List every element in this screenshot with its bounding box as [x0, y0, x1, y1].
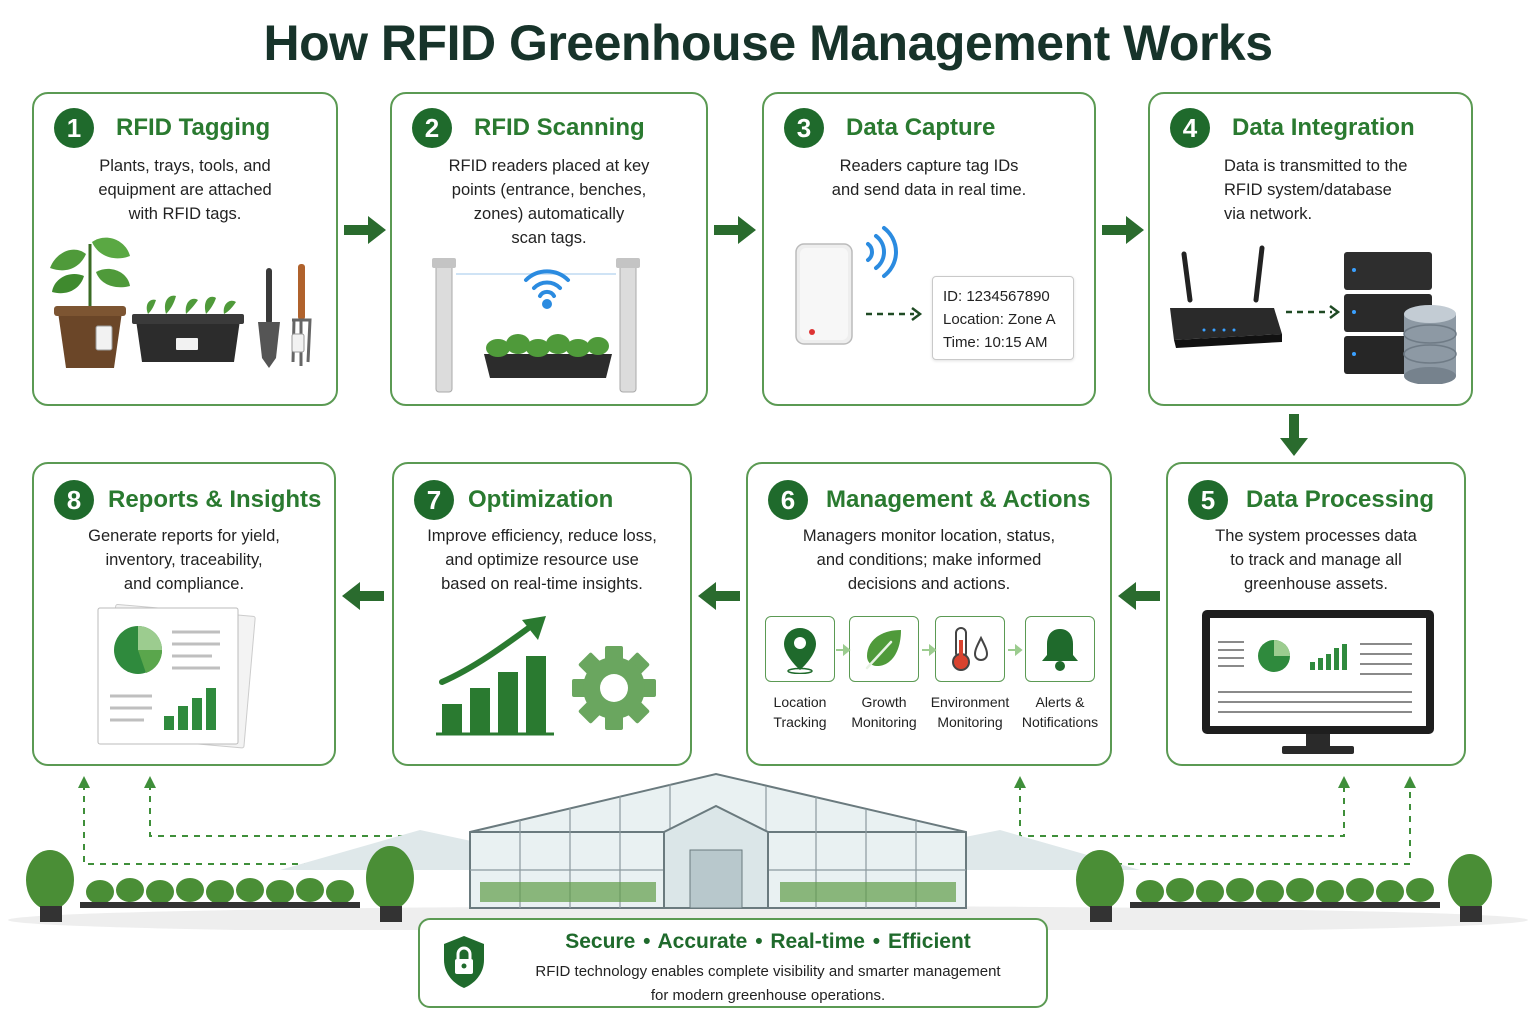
- step-title: RFID Tagging: [116, 114, 271, 141]
- arrow-right-1-2: [344, 216, 386, 244]
- right-plants: [1076, 850, 1492, 910]
- step-description: Plants, trays, tools, and equipment are …: [98, 157, 272, 223]
- arrow-down-4-5: [1280, 414, 1308, 456]
- arrow-left-7-8: [342, 582, 384, 610]
- wifi-signal-icon: [524, 269, 570, 309]
- gear-icon: [572, 646, 656, 730]
- step-title: Data Processing: [1246, 486, 1435, 513]
- location-pin-icon: [784, 628, 816, 674]
- step-card-data-capture: 3 Data Capture Readers capture tag IDs a…: [762, 92, 1096, 406]
- feature-label: Growth Monitoring: [851, 694, 917, 730]
- step-number-badge: 7: [414, 480, 454, 520]
- step-card-data-integration: 4 Data Integration Data is transmitted t…: [1148, 92, 1473, 406]
- growth-chart-icon: [436, 616, 554, 736]
- feature-label: Location Tracking: [773, 694, 827, 730]
- feature-location-tracking: Location Tracking: [758, 616, 842, 732]
- step-title: Reports & Insights: [108, 486, 322, 513]
- step-card-reports-insights: 8 Reports & Insights Generate reports fo…: [32, 462, 336, 766]
- feature-alerts-notifications: Alerts & Notifications: [1014, 616, 1106, 732]
- arrow-left-6-7: [698, 582, 740, 610]
- dashboard-monitor-icon: [1202, 610, 1434, 754]
- signal-waves-icon: [866, 226, 898, 278]
- potted-plant-icon: [50, 237, 130, 368]
- rfid-scanning-illustration: [432, 258, 640, 393]
- step-title: Data Capture: [846, 114, 996, 141]
- tag-id-text: ID: 1234567890: [943, 288, 1050, 305]
- summary-banner: Secure • Accurate • Real-time • Efficien…: [418, 918, 1048, 1008]
- step-description: Generate reports for yield, inventory, t…: [88, 527, 280, 593]
- data-integration-illustration: [1170, 245, 1457, 384]
- step-description: Readers capture tag IDs and send data in…: [831, 157, 1027, 199]
- step-description: The system processes data to track and m…: [1215, 527, 1417, 593]
- step-title: Optimization: [468, 486, 614, 513]
- step-number-badge: 5: [1188, 480, 1228, 520]
- step-title: Data Integration: [1232, 114, 1415, 141]
- report-document-icon: [97, 604, 256, 749]
- feature-label: Alerts & Notifications: [1021, 694, 1099, 730]
- rfid-reader-illustration: [795, 226, 923, 345]
- step-title: RFID Scanning: [474, 114, 645, 141]
- tag-data-box: ID: 1234567890 Location: Zone A Time: 10…: [932, 276, 1074, 360]
- step-number-badge: 2: [412, 108, 452, 148]
- summary-description: RFID technology enables complete visibil…: [535, 963, 1001, 1004]
- plant-tray: [484, 334, 612, 378]
- greenhouse-scene: [8, 772, 1528, 930]
- rfid-reader-icon: [795, 243, 853, 345]
- step-description: RFID readers placed at key points (entra…: [448, 157, 650, 247]
- router-icon: [1170, 245, 1282, 348]
- tag-time-text: Time: 10:15 AM: [943, 334, 1048, 351]
- garden-tools-icon: [258, 264, 312, 368]
- dashed-arrow-icon: [1286, 305, 1341, 319]
- step-number-badge: 4: [1170, 108, 1210, 148]
- step-card-management-actions: 6 Management & Actions Managers monitor …: [746, 462, 1112, 766]
- greenhouse-icon: [469, 772, 967, 909]
- arrow-right-2-3: [714, 216, 756, 244]
- rfid-tagging-illustration: [50, 237, 312, 368]
- step-card-optimization: 7 Optimization Improve efficiency, reduc…: [392, 462, 692, 766]
- feature-label: Environment Monitoring: [930, 694, 1010, 730]
- dashed-arrow-icon: [866, 307, 923, 321]
- step-number-badge: 6: [768, 480, 808, 520]
- feature-environment-monitoring: Environment Monitoring: [928, 616, 1012, 732]
- step-card-rfid-tagging: 1 RFID Tagging Plants, trays, tools, and…: [32, 92, 338, 406]
- summary-headline: Secure • Accurate • Real-time • Efficien…: [565, 930, 971, 953]
- step-card-data-processing: 5 Data Processing The system processes d…: [1166, 462, 1466, 766]
- feature-connector-arrows: [836, 644, 1023, 656]
- step-number-badge: 8: [54, 480, 94, 520]
- database-icon: [1403, 305, 1457, 384]
- step-description: Improve efficiency, reduce loss, and opt…: [427, 527, 657, 593]
- page-title: How RFID Greenhouse Management Works: [263, 15, 1273, 71]
- step-number-badge: 1: [54, 108, 94, 148]
- step-description: Managers monitor location, status, and c…: [802, 527, 1056, 593]
- feature-growth-monitoring: Growth Monitoring: [842, 616, 926, 732]
- step-card-rfid-scanning: 2 RFID Scanning RFID readers placed at k…: [390, 92, 708, 406]
- arrow-left-5-6: [1118, 582, 1160, 610]
- tag-location-text: Location: Zone A: [943, 311, 1056, 328]
- step-title: Management & Actions: [826, 486, 1091, 513]
- bell-icon: [1042, 629, 1078, 671]
- optimization-illustration: [436, 616, 656, 736]
- step-description: Data is transmitted to the RFID system/d…: [1224, 157, 1408, 223]
- seedling-tray-icon: [132, 295, 244, 362]
- arrow-right-3-4: [1102, 216, 1144, 244]
- step-number-badge: 3: [784, 108, 824, 148]
